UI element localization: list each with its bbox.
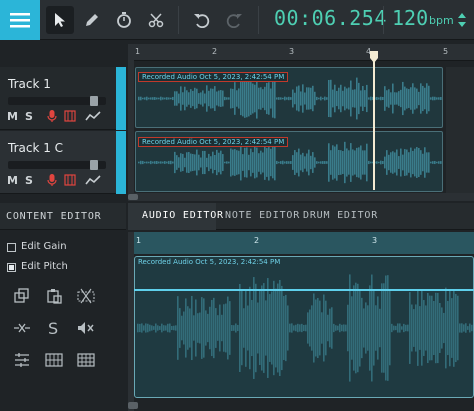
cut-region-icon — [77, 288, 95, 304]
tempo-stepper-icon[interactable] — [457, 11, 467, 29]
automation-icon[interactable] — [85, 110, 101, 122]
normalize-button[interactable] — [11, 349, 33, 371]
volume-knob[interactable] — [90, 96, 98, 106]
paste-button[interactable] — [43, 285, 65, 307]
edit-pitch-label[interactable]: Edit Pitch — [21, 261, 68, 272]
redo-button[interactable] — [220, 6, 248, 34]
tab-note-editor[interactable]: NOTE EDITOR — [225, 210, 300, 221]
ruler-mark: 5 — [443, 47, 449, 56]
editor-ruler-mark: 1 — [136, 236, 142, 245]
region-label: Recorded Audio Oct 5, 2023, 2:42:54 PM — [138, 137, 289, 147]
normalize-icon — [15, 353, 29, 367]
toolbar-divider — [258, 6, 259, 34]
track-name[interactable]: Track 1 — [8, 77, 51, 91]
playhead-line — [373, 56, 375, 190]
track-divider — [128, 44, 134, 194]
track-color-strip — [116, 131, 126, 194]
svg-text:S: S — [48, 320, 58, 336]
speaker-mute-icon — [78, 322, 94, 334]
gain-line[interactable] — [134, 289, 474, 291]
redo-icon — [226, 14, 242, 28]
copy-button[interactable] — [11, 285, 33, 307]
mute-button[interactable]: M — [7, 174, 18, 187]
content-editor-title: CONTENT EDITOR — [6, 211, 102, 222]
time-display: 00:06.254 — [274, 6, 387, 30]
audio-editor-region[interactable] — [134, 256, 474, 398]
editor-ruler-mark: 3 — [372, 236, 378, 245]
lane-empty-area — [446, 67, 474, 193]
record-arm-icon[interactable] — [46, 109, 58, 123]
tempo-unit: bpm — [429, 14, 454, 27]
edit-gain-checkbox[interactable] — [7, 243, 16, 252]
scissors-icon — [148, 13, 164, 28]
solo-button[interactable]: S — [25, 110, 33, 123]
stopwatch-icon — [117, 12, 131, 28]
toolbar-divider — [383, 6, 384, 34]
cursor-icon — [55, 13, 65, 27]
piano-icon[interactable] — [64, 174, 76, 186]
hamburger-icon — [10, 13, 30, 28]
cut-button[interactable] — [75, 285, 97, 307]
split-icon — [14, 323, 30, 333]
paste-icon — [47, 289, 62, 304]
scissors-tool-button[interactable] — [142, 6, 170, 34]
edit-pitch-checkbox[interactable] — [7, 263, 16, 272]
silence-button[interactable]: S — [43, 317, 65, 339]
volume-knob[interactable] — [90, 160, 98, 170]
solo-button[interactable]: S — [25, 174, 33, 187]
quantize-button[interactable] — [43, 349, 65, 371]
mute-button[interactable]: M — [7, 110, 18, 123]
ruler-mark: 1 — [135, 47, 141, 56]
toolbar-divider — [178, 6, 179, 34]
pencil-icon — [86, 14, 98, 26]
piano-icon[interactable] — [64, 110, 76, 122]
reverse-button[interactable] — [75, 349, 97, 371]
tempo-value[interactable]: 120 — [392, 6, 428, 30]
pencil-tool-button[interactable] — [78, 6, 106, 34]
undo-button[interactable] — [188, 6, 216, 34]
copy-icon — [14, 288, 29, 303]
timeline-ruler[interactable] — [128, 44, 474, 61]
track-color-strip — [116, 67, 126, 130]
editor-region-label: Recorded Audio Oct 5, 2023, 2:42:54 PM — [138, 258, 281, 266]
tab-drum-editor[interactable]: DRUM EDITOR — [303, 210, 378, 221]
s-icon: S — [48, 320, 58, 336]
split-button[interactable] — [11, 317, 33, 339]
horizontal-scrollbar[interactable] — [128, 193, 474, 201]
editor-scrollbar-thumb[interactable] — [128, 402, 138, 409]
edit-gain-label[interactable]: Edit Gain — [21, 241, 67, 252]
grid-icon — [45, 353, 63, 367]
ruler-mark: 3 — [289, 47, 295, 56]
editor-divider — [128, 232, 134, 411]
waveform — [137, 274, 473, 382]
editor-ruler-mark: 2 — [254, 236, 260, 245]
track-name[interactable]: Track 1 C — [8, 141, 63, 155]
tab-audio-editor[interactable]: AUDIO EDITOR — [142, 210, 224, 221]
menu-button[interactable] — [0, 0, 40, 40]
region-label: Recorded Audio Oct 5, 2023, 2:42:54 PM — [138, 72, 289, 82]
mute-region-button[interactable] — [75, 317, 97, 339]
record-arm-icon[interactable] — [46, 173, 58, 187]
grid-alt-icon — [77, 353, 95, 367]
editor-ruler[interactable] — [134, 232, 474, 254]
scrollbar-thumb[interactable] — [128, 194, 138, 200]
ruler-mark: 2 — [212, 47, 218, 56]
metronome-tool-button[interactable] — [110, 6, 138, 34]
automation-icon[interactable] — [85, 174, 101, 186]
undo-icon — [194, 14, 210, 28]
pointer-tool-button[interactable] — [46, 6, 74, 34]
